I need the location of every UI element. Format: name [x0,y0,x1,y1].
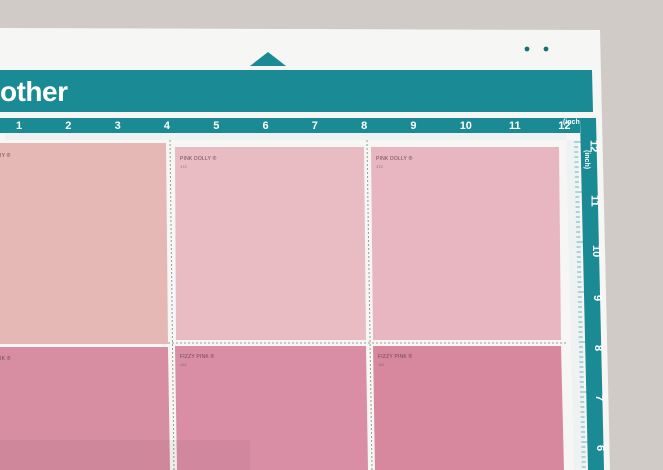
right-ruler-number: 9 [591,295,603,301]
photo-scene: other 1 2 3 4 5 6 7 8 9 10 11 12 (inch) … [0,0,663,470]
brand-band [0,70,593,112]
swatch-left-top [0,143,168,344]
swatch-4-name: FIZZY PINK ® [378,353,412,360]
right-ruler-number: 7 [593,395,605,401]
dot-right [543,46,549,52]
top-ruler-number: 3 [115,120,121,132]
swatch-1-code: 172 [180,164,187,169]
right-ruler-number: 10 [590,245,602,257]
top-ruler-number: 4 [164,120,171,132]
swatch-left-top-label: IY ® [0,152,11,159]
top-ruler-number: 8 [361,120,367,132]
top-mm-strip [5,133,566,140]
top-ruler-number: 9 [410,120,416,132]
swatch-4-code: 181 [378,362,385,367]
swatch-1-name: PINK DOLLY ® [180,155,217,162]
swatch-3-name: FIZZY PINK ® [180,353,214,360]
swatch-pink-dolly-2 [371,147,561,340]
top-ruler-number: 2 [65,120,71,132]
right-ruler-number: 11 [589,195,601,207]
right-ruler-number: 6 [594,445,606,451]
top-ruler [0,118,580,133]
swatch-2-name: PINK DOLLY ® [376,155,413,162]
top-ruler-number: 10 [460,120,472,132]
right-ruler-number: 8 [592,345,604,351]
dot-left [524,46,530,52]
top-ruler-number: 1 [16,120,22,132]
brand-logo-text: other [0,76,68,107]
swatch-fizzy-pink-2 [373,346,564,470]
right-ruler-unit: (inch) [583,150,590,169]
shadow [0,440,250,470]
swatch-pink-dolly-1 [175,147,366,340]
top-ruler-number: 6 [263,120,269,132]
swatch-left-bottom-label: IK ® [0,355,11,362]
swatch-2-code: 172 [376,164,383,169]
top-ruler-number: 5 [213,120,219,132]
top-ruler-number: 7 [312,120,318,132]
top-ruler-unit: (inch) [563,119,582,126]
swatch-3-code: 181 [180,362,187,367]
top-ruler-number: 11 [509,120,521,132]
